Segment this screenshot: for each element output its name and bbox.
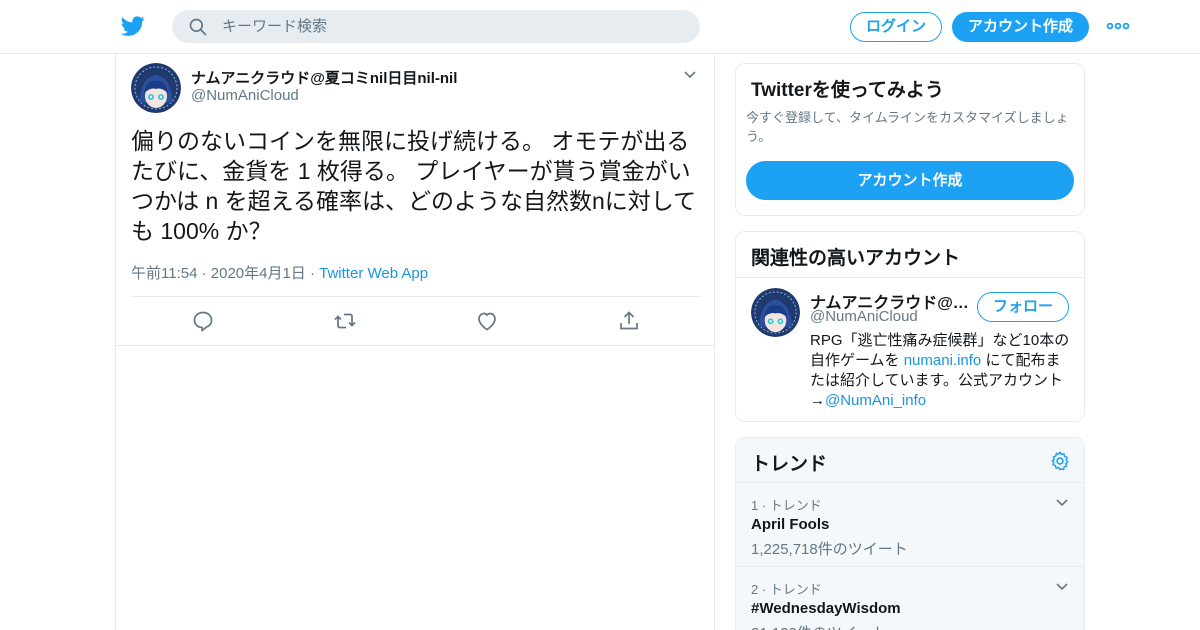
avatar[interactable] bbox=[751, 288, 800, 337]
signup-button[interactable]: アカウント作成 bbox=[952, 12, 1089, 42]
signup-card-description: 今すぐ登録して、タイムラインをカスタマイズしましょう。 bbox=[746, 110, 1069, 144]
search-input[interactable] bbox=[222, 10, 682, 43]
related-account-handle[interactable]: @NumAniCloud bbox=[810, 308, 918, 325]
chevron-down-icon[interactable] bbox=[682, 67, 698, 83]
trend-name[interactable]: April Fools bbox=[751, 516, 829, 533]
tweet-source-link[interactable]: Twitter Web App bbox=[319, 265, 428, 282]
trend-name[interactable]: #WednesdayWisdom bbox=[751, 600, 901, 617]
bio-mention-link[interactable]: @NumAni_info bbox=[825, 392, 926, 409]
search-icon bbox=[189, 18, 207, 36]
related-account-bio: RPG「逃亡性痛み症候群」など10本の自作ゲームを numani.info にて… bbox=[810, 331, 1072, 411]
retweet-icon[interactable] bbox=[333, 309, 357, 333]
reply-icon[interactable] bbox=[191, 309, 215, 333]
tweet-column: ナムアニクラウド@夏コミnil日目nil-nil @NumAniCloud 偏り… bbox=[115, 54, 716, 630]
trends-title: トレンド bbox=[751, 454, 828, 475]
tweet-actions bbox=[116, 297, 716, 345]
avatar[interactable] bbox=[131, 63, 181, 113]
follow-button[interactable]: フォロー bbox=[977, 292, 1069, 322]
share-icon[interactable] bbox=[617, 309, 641, 333]
bio-link[interactable]: numani.info bbox=[904, 352, 982, 369]
signup-card-title: Twitterを使ってみよう bbox=[751, 80, 944, 101]
chevron-down-icon[interactable] bbox=[1054, 495, 1070, 511]
tweet-timestamp: 午前11:54 · 2020年4月1日 · Twitter Web App bbox=[131, 262, 428, 283]
login-button[interactable]: ログイン bbox=[850, 12, 942, 42]
divider bbox=[736, 277, 1084, 278]
trend-tweet-count: 1,225,718件のツイート bbox=[751, 541, 908, 558]
related-accounts-title: 関連性の高いアカウント bbox=[751, 248, 961, 269]
trend-rank: 2 · トレンド bbox=[751, 582, 822, 597]
more-dots-icon[interactable] bbox=[1106, 17, 1130, 35]
chevron-down-icon[interactable] bbox=[1054, 579, 1070, 595]
trend-tweet-count: 21,132件のツイート bbox=[751, 622, 887, 630]
trends-card: トレンド 1 · トレンド April Fools 1,225,718件のツイー… bbox=[735, 437, 1085, 630]
tweet-author-name[interactable]: ナムアニクラウド@夏コミnil日目nil-nil bbox=[191, 67, 457, 88]
top-navigation-bar: ログイン アカウント作成 bbox=[0, 0, 1200, 54]
related-accounts-card: 関連性の高いアカウント ナムアニクラウド@… @NumAniCloud フォロー… bbox=[735, 231, 1085, 422]
signup-card-button[interactable]: アカウント作成 bbox=[746, 161, 1074, 200]
twitter-bird-icon[interactable] bbox=[120, 14, 146, 38]
like-icon[interactable] bbox=[475, 309, 499, 333]
trends-header: トレンド bbox=[736, 438, 1084, 483]
tweet-time[interactable]: 午前11:54 · 2020年4月1日 · bbox=[131, 265, 319, 282]
gear-icon[interactable] bbox=[1049, 450, 1071, 472]
tweet-text: 偏りのないコインを無限に投げ続ける。 オモテが出るたびに、金貨を 1 枚得る。 … bbox=[131, 128, 697, 244]
signup-card: Twitterを使ってみよう 今すぐ登録して、タイムラインをカスタマイズしましょ… bbox=[735, 63, 1085, 216]
trend-item[interactable]: 2 · トレンド #WednesdayWisdom 21,132件のツイート bbox=[736, 567, 1084, 630]
divider bbox=[116, 345, 716, 346]
search-box[interactable] bbox=[172, 10, 700, 43]
trend-item[interactable]: 1 · トレンド April Fools 1,225,718件のツイート bbox=[736, 483, 1084, 567]
trend-rank: 1 · トレンド bbox=[751, 498, 822, 513]
tweet-author-handle[interactable]: @NumAniCloud bbox=[191, 87, 299, 104]
